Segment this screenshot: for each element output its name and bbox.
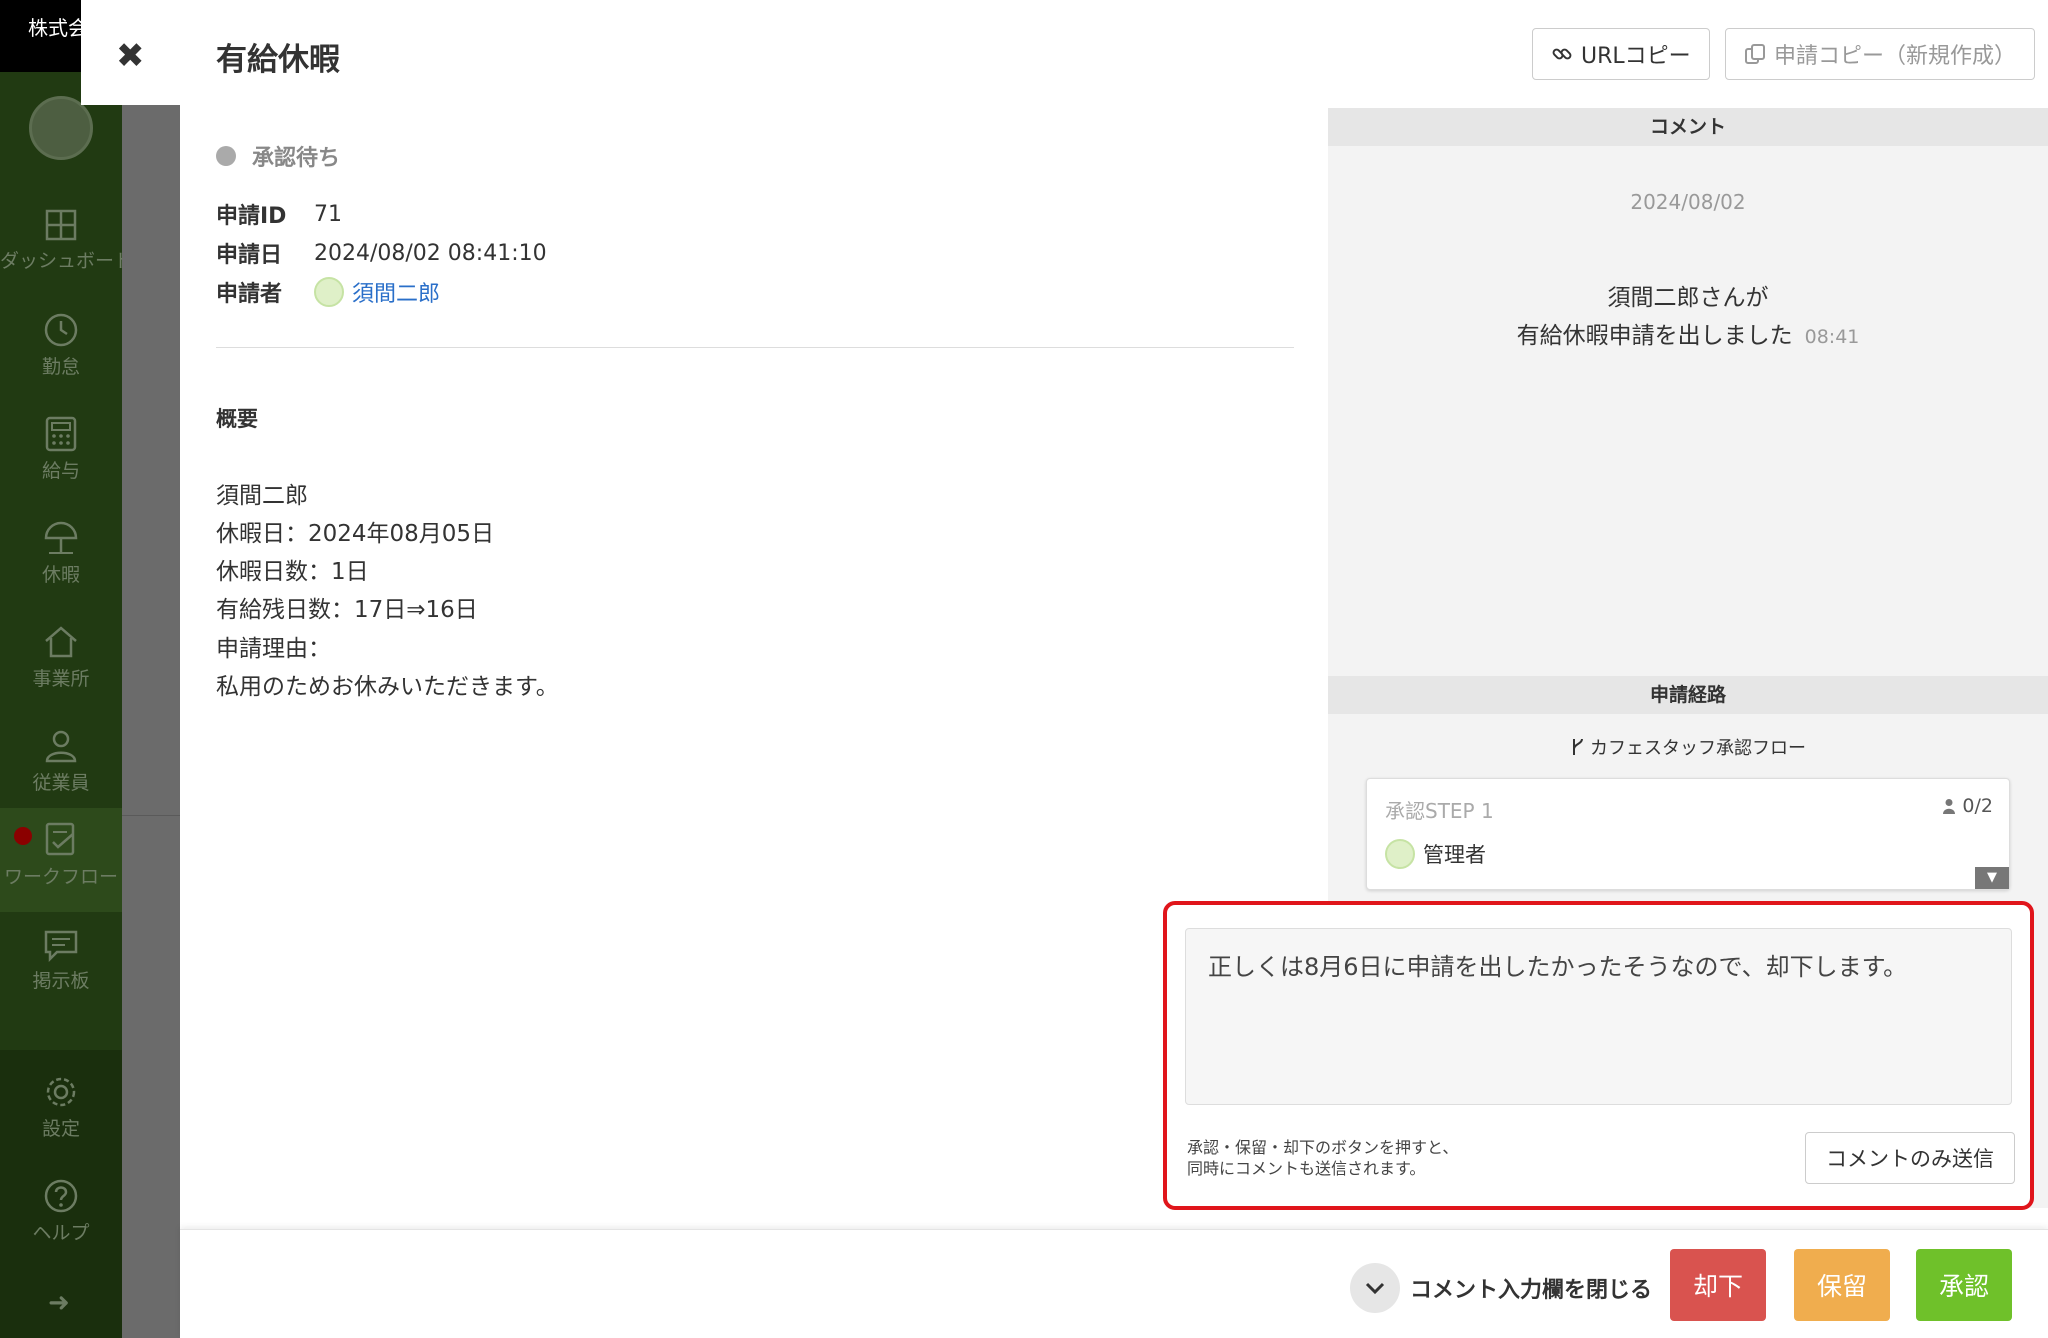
sidebar-item-payroll[interactable]: 給与	[0, 404, 122, 508]
url-copy-button[interactable]: URLコピー	[1532, 28, 1710, 80]
step-count-value: 0/2	[1962, 795, 1993, 817]
sidebar-item-settings[interactable]: 設定	[0, 1062, 122, 1166]
close-icon[interactable]: ✖	[116, 36, 145, 76]
sidebar-item-attendance[interactable]: 勤怠	[0, 300, 122, 404]
approver-name: 管理者	[1423, 843, 1486, 867]
sidebar-item-label: 掲示板	[32, 970, 90, 992]
sidebar: 株式会 ダッシュボード 勤怠 給与 休暇 事業所 従業員 ワークフロー 掲示板 …	[0, 0, 134, 1338]
comment-line-with-time: 有給休暇申請を出しました 08:41	[1328, 316, 2048, 350]
flow-name: カフェスタッフ承認フロー	[1328, 734, 2048, 760]
comments-header: コメント	[1328, 108, 2048, 146]
person-icon	[45, 730, 77, 763]
comment-textarea[interactable]: 正しくは8月6日に申請を出したかったそうなので、却下します。	[1185, 928, 2012, 1105]
summary-line: 申請理由：	[216, 636, 331, 662]
url-copy-label: URLコピー	[1581, 44, 1691, 69]
calculator-icon	[45, 416, 77, 452]
sidebar-item-label: ヘルプ	[32, 1222, 90, 1244]
applicant-avatar	[314, 277, 344, 307]
info-key: 申請日	[216, 243, 283, 268]
person-icon	[1943, 799, 1956, 814]
dashboard-icon	[45, 209, 77, 241]
modal-title: 有給休暇	[216, 42, 340, 78]
summary-line: 私用のためお休みいただきます。	[216, 674, 559, 700]
modal-backdrop	[122, 0, 180, 1338]
applicant-link[interactable]: 須間二郎	[352, 276, 440, 308]
comment-composer: 正しくは8月6日に申請を出したかったそうなので、却下します。 承認・保留・却下の…	[1163, 901, 2034, 1210]
user-avatar[interactable]	[29, 96, 93, 160]
home-icon	[45, 626, 77, 658]
sidebar-item-office[interactable]: 事業所	[0, 612, 122, 716]
reject-button[interactable]: 却下	[1670, 1249, 1766, 1321]
question-icon	[44, 1179, 78, 1213]
gear-icon	[46, 1077, 76, 1107]
sidebar-item-help[interactable]: ヘルプ	[0, 1166, 122, 1270]
approve-button[interactable]: 承認	[1916, 1249, 2012, 1321]
status-badge: 承認待ち	[216, 140, 340, 172]
sidebar-item-label: 給与	[41, 460, 80, 482]
collapse-label: コメント入力欄を閉じる	[1410, 1278, 1653, 1303]
copy-icon	[1745, 44, 1765, 64]
collapse-comment-button[interactable]: コメント入力欄を閉じる	[1350, 1263, 1652, 1313]
link-icon	[1552, 48, 1572, 60]
comment-time: 08:41	[1804, 326, 1860, 348]
section-divider	[216, 347, 1294, 348]
info-row-request-id: 申請ID 71	[216, 198, 342, 230]
info-value: 71	[314, 201, 342, 227]
approval-step-card: 承認STEP 1 0/2 管理者 ▼	[1366, 778, 2010, 890]
sidebar-item-label: 勤怠	[41, 356, 80, 378]
branch-icon	[1573, 738, 1583, 755]
chevron-down-icon	[1350, 1263, 1400, 1313]
sidebar-item-label: 従業員	[32, 772, 90, 794]
send-comment-only-button[interactable]: コメントのみ送信	[1805, 1132, 2015, 1184]
sidebar-item-label: ワークフロー	[3, 866, 118, 888]
summary-line: 有給残日数：17日⇒16日	[216, 597, 478, 623]
info-key: 申請者	[216, 282, 283, 307]
action-footer: コメント入力欄を閉じる 却下 保留 承認	[180, 1229, 2048, 1338]
step-expand-toggle[interactable]: ▼	[1975, 867, 2009, 889]
info-value: 2024/08/02 08:41:10	[314, 240, 547, 266]
sidebar-item-workflow[interactable]: ワークフロー	[0, 808, 122, 912]
clock-icon	[44, 313, 78, 347]
notification-dot	[14, 827, 32, 845]
summary-line: 休暇日：2024年08月05日	[216, 521, 495, 547]
sidebar-item-label: ダッシュボード	[0, 250, 134, 272]
hold-button[interactable]: 保留	[1794, 1249, 1890, 1321]
step-approver: 管理者	[1385, 839, 1486, 869]
expand-arrow-icon[interactable]: ➜	[48, 1288, 70, 1318]
composer-note: 承認・保留・却下のボタンを押すと、 同時にコメントも送信されます。	[1187, 1137, 1458, 1179]
comment-text: 有給休暇申請を出しました	[1516, 323, 1793, 349]
request-copy-button[interactable]: 申請コピー（新規作成）	[1725, 28, 2036, 80]
summary-title: 概要	[216, 407, 258, 431]
sidebar-item-employees[interactable]: 従業員	[0, 716, 122, 820]
composer-note-line: 同時にコメントも送信されます。	[1187, 1159, 1426, 1178]
umbrella-icon	[44, 521, 78, 554]
chat-icon	[44, 930, 78, 962]
backdrop-divider	[122, 815, 180, 816]
summary-line: 休暇日数：1日	[216, 559, 369, 585]
checklist-icon	[45, 822, 75, 856]
comment-date: 2024/08/02	[1630, 190, 1746, 214]
sidebar-item-label: 休暇	[41, 564, 80, 586]
step-title: 承認STEP 1	[1385, 799, 1494, 823]
sidebar-item-dashboard[interactable]: ダッシュボード	[0, 196, 134, 300]
flow-name-text: カフェスタッフ承認フロー	[1590, 738, 1806, 759]
route-header: 申請経路	[1328, 676, 2048, 714]
company-name: 株式会	[28, 16, 88, 40]
status-text: 承認待ち	[252, 146, 341, 171]
sidebar-item-label: 事業所	[32, 668, 90, 690]
approver-avatar	[1385, 839, 1415, 869]
summary-line: 須間二郎	[216, 483, 308, 509]
comment-line: 須間二郎さんが	[1607, 285, 1769, 311]
info-row-request-date: 申請日 2024/08/02 08:41:10	[216, 237, 547, 269]
info-key: 申請ID	[216, 204, 287, 229]
info-row-applicant: 申請者 須間二郎	[216, 276, 440, 308]
sidebar-item-label: 設定	[41, 1118, 80, 1140]
status-dot-icon	[216, 146, 236, 166]
sidebar-item-board[interactable]: 掲示板	[0, 916, 122, 1020]
sidebar-item-leave[interactable]: 休暇	[0, 508, 122, 612]
composer-note-line: 承認・保留・却下のボタンを押すと、	[1187, 1138, 1459, 1157]
request-copy-label: 申請コピー（新規作成）	[1774, 44, 2017, 69]
step-count: 0/2	[1942, 795, 1993, 817]
